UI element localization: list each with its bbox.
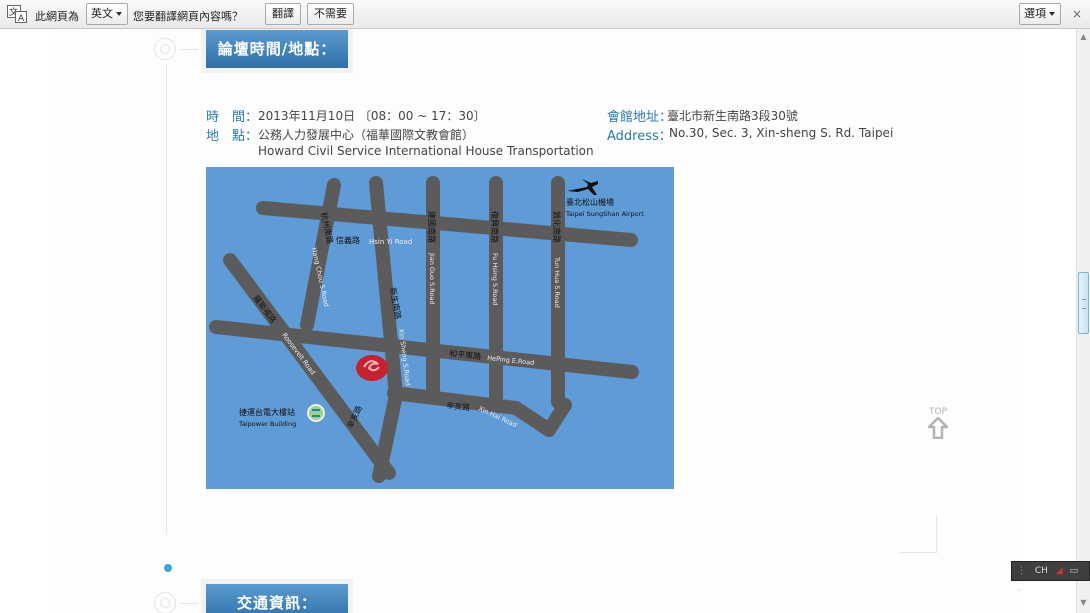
address-en-label: Address： [607, 129, 672, 144]
hsinyi-label-zh: 信義路 [336, 235, 360, 245]
translate-button[interactable]: 翻譯 [265, 3, 301, 25]
place-value: 公務人力發展中心（福華國際文教會館） [258, 128, 475, 142]
timeline-line [166, 64, 167, 534]
station-label-zh: 捷運台電大樓站 [239, 407, 295, 417]
station-label-en: Taipower Building [238, 420, 296, 428]
jianguo-label-en: Jian Guo S.Road [428, 252, 436, 305]
location-map: 臺北松山機場 Taipei SungShan Airport 信義路 Hsin … [206, 167, 674, 489]
address-en-value: No.30, Sec. 3, Xin-sheng S. Rd. Taipei [669, 126, 894, 140]
scroll-down-arrow-icon[interactable]: ▼ [1078, 596, 1089, 610]
venue-marker-icon [356, 355, 388, 381]
language-select-label: 英文 [91, 7, 113, 20]
back-to-top-link[interactable]: TOP [921, 407, 955, 443]
page-content: 論壇時間/地點： 時 間： 2013年11月10日 〔08：00 ~ 17：30… [0, 29, 1076, 613]
timeline-dot [164, 564, 172, 572]
hsinyi-label-en: Hsin Yi Road [369, 238, 412, 246]
translate-prompt: 此網頁為 [35, 10, 79, 23]
translate-bar: 文 A 此網頁為 英文 您要翻譯網頁內容嗎？ 翻譯 不需要 選項 × [0, 0, 1090, 29]
options-button[interactable]: 選項 [1019, 3, 1061, 25]
timeline-connector [180, 49, 198, 50]
tunhua-label-en: Tun Hua S.Road [553, 256, 561, 308]
corner-deco-bottom [900, 552, 937, 553]
section-title-traffic: 交通資訊： [206, 584, 348, 613]
time-label: 時 間： [206, 110, 259, 125]
fuhsing-label-en: Fu Hsing S.Road [491, 253, 499, 305]
ime-menu-icon[interactable]: ⌄ [1015, 584, 1023, 594]
keyboard-icon: ▭ [1069, 566, 1079, 576]
jianguo-label-zh: 建國南路 [427, 211, 437, 243]
section-title-forum: 論壇時間/地點： [206, 30, 348, 68]
timeline-circle-icon [154, 38, 176, 60]
translate-icon: 文 A [7, 5, 27, 23]
map-roads: 臺北松山機場 Taipei SungShan Airport 信義路 Hsin … [209, 176, 644, 483]
grip-icon: ⋮ [1017, 566, 1026, 576]
airport-label-en: Taipei SungShan Airport [565, 210, 644, 218]
tunhua-label-zh: 敦化南路 [552, 211, 562, 243]
time-value: 2013年11月10日 〔08：00 ~ 17：30〕 [258, 109, 486, 123]
timeline-circle-icon [154, 592, 176, 613]
ime-language-label: CH [1034, 566, 1048, 576]
road-xinhai-4 [372, 388, 403, 483]
ime-toolbar[interactable]: ⋮ CH ◢ ▭ ⌄ [1011, 561, 1090, 594]
station-icon [307, 404, 325, 422]
arrow-up-icon [927, 416, 949, 440]
scroll-thumb[interactable] [1078, 272, 1089, 334]
fuhsing-label-zh: 復興南路 [490, 211, 500, 243]
airplane-icon [567, 179, 598, 195]
timeline-connector [180, 603, 198, 604]
close-icon[interactable]: × [1072, 7, 1082, 21]
address-label: 會館地址： [607, 110, 673, 125]
no-translate-button[interactable]: 不需要 [307, 3, 354, 25]
place-label: 地 點： [206, 129, 259, 144]
airport-label-zh: 臺北松山機場 [566, 197, 614, 207]
translate-question: 您要翻譯網頁內容嗎？ [133, 10, 243, 23]
address-value: 臺北市新生南路3段30號 [667, 109, 798, 123]
chevron-down-icon [1049, 12, 1055, 16]
place-value-en: Howard Civil Service International House… [258, 144, 594, 158]
corner-deco-right [936, 515, 937, 552]
options-label: 選項 [1024, 7, 1046, 20]
ime-mode-icon: ◢ [1055, 566, 1063, 576]
svg-text:A: A [18, 14, 25, 23]
chevron-down-icon [116, 12, 122, 16]
scroll-up-arrow-icon[interactable]: ▲ [1078, 30, 1089, 44]
vertical-scrollbar[interactable]: ▲ ▼ [1076, 29, 1090, 613]
road-xinhai-3 [542, 398, 572, 437]
top-label: TOP [928, 407, 947, 417]
language-select[interactable]: 英文 [86, 3, 128, 25]
